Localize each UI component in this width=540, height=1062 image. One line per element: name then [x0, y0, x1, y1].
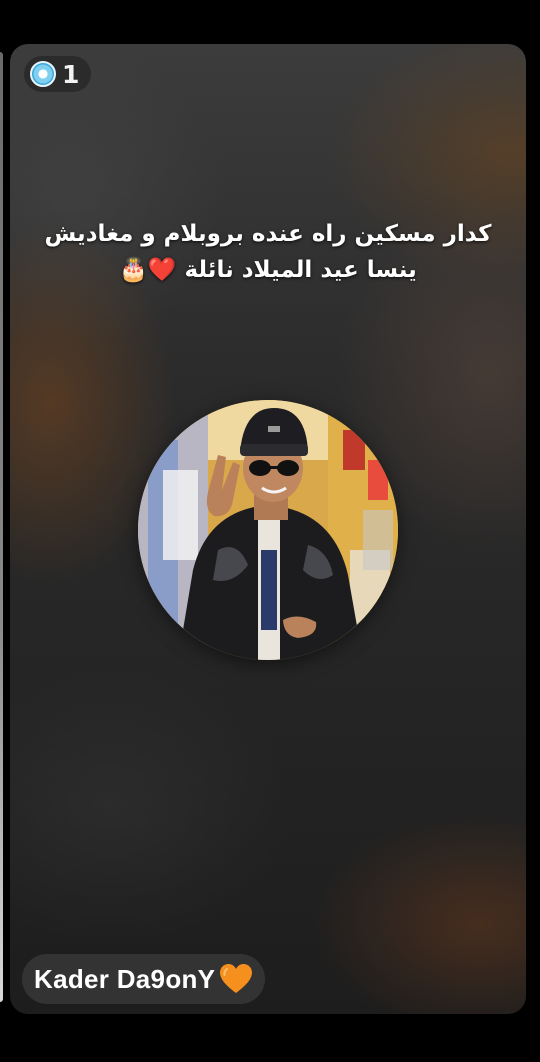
caption-line-2: ينسا عيد الميلاد نائلة ❤️🎂: [119, 257, 417, 283]
author-name: Kader Da9onY: [34, 963, 216, 994]
previous-story-edge[interactable]: [0, 52, 3, 1002]
profile-avatar[interactable]: [138, 400, 398, 660]
viewer-badge-icon: [30, 61, 56, 87]
story-screen: 1 كدار مسكين راه عنده بروبلام و مغاديش ي…: [0, 0, 540, 1062]
story-caption: كدار مسكين راه عنده بروبلام و مغاديش ينس…: [40, 216, 496, 288]
viewer-count: 1: [62, 59, 80, 89]
story-card[interactable]: 1 كدار مسكين راه عنده بروبلام و مغاديش ي…: [10, 44, 526, 1014]
orange-heart-icon: [220, 964, 253, 993]
author-name-pill[interactable]: Kader Da9onY: [22, 954, 266, 1004]
caption-line-1: كدار مسكين راه عنده بروبلام و مغاديش: [44, 221, 492, 247]
profile-photo: [138, 400, 398, 660]
viewer-count-badge[interactable]: 1: [24, 56, 92, 92]
